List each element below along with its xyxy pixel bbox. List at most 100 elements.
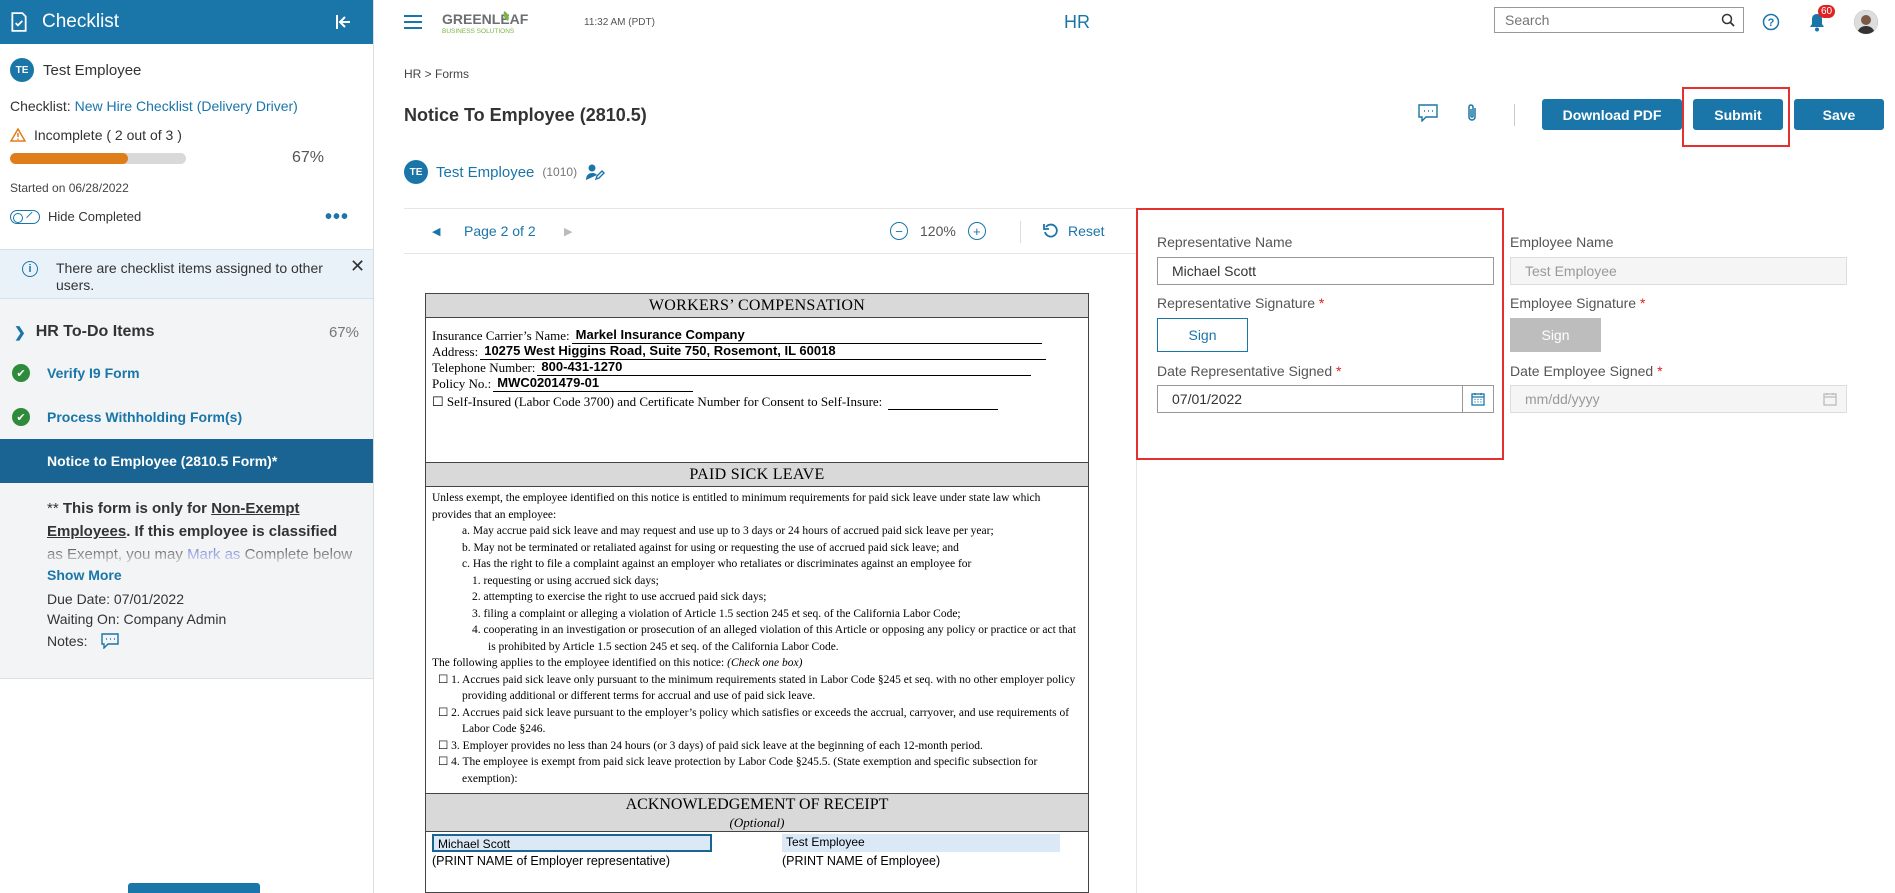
emp-signature-label: Employee Signature * bbox=[1510, 295, 1645, 311]
help-icon[interactable]: ? bbox=[1762, 13, 1780, 31]
doc-label: Insurance Carrier’s Name: bbox=[432, 328, 570, 343]
collapse-sidebar-icon[interactable] bbox=[335, 14, 353, 30]
emp-name-input[interactable]: Test Employee bbox=[1510, 257, 1847, 285]
notification-badge: 60 bbox=[1818, 5, 1836, 18]
employee-id: (1010) bbox=[542, 165, 578, 179]
svg-text:BUSINESS SOLUTIONS: BUSINESS SOLUTIONS bbox=[442, 28, 515, 35]
todo-item-withholding[interactable]: ✔ Process Withholding Form(s) bbox=[0, 395, 373, 439]
submit-button[interactable]: Submit bbox=[1693, 99, 1783, 130]
doc-label: Policy No.: bbox=[432, 376, 492, 391]
calendar-icon[interactable] bbox=[1814, 385, 1846, 413]
doc-policy: MWC0201479-01 bbox=[493, 375, 694, 392]
download-pdf-button[interactable]: Download PDF bbox=[1542, 99, 1682, 130]
doc-phone: 800-431-1270 bbox=[537, 359, 1032, 376]
zoom-out-icon[interactable]: − bbox=[890, 222, 908, 240]
svg-text:?: ? bbox=[1768, 17, 1775, 29]
progress-fill bbox=[10, 152, 128, 164]
checklist-name-link[interactable]: New Hire Checklist (Delivery Driver) bbox=[75, 98, 298, 114]
search-input[interactable] bbox=[1495, 12, 1721, 28]
due-date: Due Date: 07/01/2022 bbox=[47, 591, 184, 607]
toolbar-divider bbox=[1514, 104, 1515, 126]
avatar: TE bbox=[10, 58, 34, 82]
breadcrumb[interactable]: HR > Forms bbox=[404, 67, 469, 81]
doc-checkbox-option[interactable]: ☐ 1. Accrues paid sick leave only pursua… bbox=[432, 672, 1082, 705]
sidebar-action-button[interactable] bbox=[128, 883, 260, 893]
required-mark: * bbox=[1318, 295, 1325, 311]
rep-date-input[interactable]: 07/01/2022 bbox=[1157, 385, 1463, 413]
progress-bar bbox=[10, 152, 186, 164]
mark-as-complete-link[interactable]: Mark as bbox=[187, 546, 240, 563]
todo-label: Notice to Employee (2810.5 Form)* bbox=[47, 453, 278, 469]
doc-label: Telephone Number: bbox=[432, 360, 536, 375]
doc-rep-name-field[interactable]: Michael Scott bbox=[432, 834, 712, 852]
menu-icon[interactable] bbox=[404, 11, 422, 33]
employee-name-link[interactable]: Test Employee bbox=[436, 164, 534, 181]
item-note: ** This form is only for Non-Exempt Empl… bbox=[0, 483, 373, 567]
todo-item-notice-to-employee[interactable]: Notice to Employee (2810.5 Form)* bbox=[0, 439, 373, 483]
document-toolbar: ◀ Page 2 of 2 ▶ − 120% + Reset bbox=[404, 208, 1136, 254]
check-icon: ✔ bbox=[12, 364, 30, 382]
employee-name: Test Employee bbox=[43, 61, 142, 79]
doc-checkbox-option[interactable]: ☐ 4. The employee is exempt from paid si… bbox=[432, 754, 1082, 787]
employee-selector: TE Test Employee (1010) bbox=[404, 160, 606, 184]
rep-name-input[interactable]: Michael Scott bbox=[1157, 257, 1494, 285]
emp-name-label: Employee Name bbox=[1510, 234, 1614, 250]
zoom-in-icon[interactable]: + bbox=[967, 222, 986, 240]
close-icon[interactable]: ✕ bbox=[350, 256, 365, 277]
section-percent: 67% bbox=[328, 323, 359, 341]
greenleaf-logo[interactable]: GREENLEAF BUSINESS SOLUTIONS bbox=[442, 7, 554, 37]
doc-section-subtitle: (Optional) bbox=[426, 816, 1088, 832]
calendar-icon[interactable] bbox=[1462, 385, 1494, 413]
emp-sign-button[interactable]: Sign bbox=[1510, 318, 1601, 352]
checklist-row: Checklist: New Hire Checklist (Delivery … bbox=[10, 98, 363, 114]
save-button[interactable]: Save bbox=[1794, 99, 1884, 130]
checklist-icon bbox=[11, 12, 27, 32]
doc-emp-name-field[interactable]: Test Employee bbox=[782, 834, 1060, 852]
notes-label: Notes: bbox=[47, 633, 88, 649]
status-text: Incomplete ( 2 out of 3 ) bbox=[34, 127, 182, 143]
doc-text: 2. attempting to exercise the right to u… bbox=[472, 591, 767, 603]
started-date: Started on 06/28/2022 bbox=[10, 181, 129, 195]
doc-text: 3. filing a complaint or alleging a viol… bbox=[472, 607, 961, 620]
todo-label: Process Withholding Form(s) bbox=[47, 409, 243, 425]
warning-icon bbox=[10, 128, 26, 142]
doc-section-title: PAID SICK LEAVE bbox=[426, 463, 1088, 487]
comments-icon[interactable] bbox=[1418, 104, 1438, 122]
label-text: Representative Signature bbox=[1157, 295, 1315, 311]
label-text: Date Representative Signed bbox=[1157, 363, 1333, 379]
more-options-icon[interactable]: ••• bbox=[325, 207, 349, 227]
todo-item-verify-i9[interactable]: ✔ Verify I9 Form bbox=[0, 351, 373, 395]
next-page-icon[interactable]: ▶ bbox=[564, 225, 572, 238]
section-header[interactable]: ❯ HR To-Do Items 67% bbox=[0, 313, 373, 351]
rep-sign-button[interactable]: Sign bbox=[1157, 318, 1248, 352]
doc-label: (PRINT NAME of Employee) bbox=[782, 854, 941, 868]
reset-button[interactable]: Reset bbox=[1042, 222, 1105, 240]
attachment-icon[interactable] bbox=[1465, 103, 1479, 123]
hide-completed-toggle[interactable] bbox=[10, 209, 40, 224]
doc-address: 10275 West Higgins Road, Suite 750, Rose… bbox=[480, 343, 1047, 360]
required-mark: * bbox=[1336, 363, 1342, 379]
note-bold: . If this employee is classified bbox=[126, 523, 338, 540]
search-icon[interactable] bbox=[1721, 13, 1735, 27]
show-more-link[interactable]: Show More bbox=[0, 567, 373, 583]
required-mark: * bbox=[1657, 363, 1663, 379]
user-avatar[interactable] bbox=[1854, 10, 1878, 34]
doc-text: (Check one box) bbox=[727, 657, 803, 669]
section-title: HR bbox=[1064, 11, 1090, 32]
sidebar-footer bbox=[0, 678, 373, 893]
clock: 11:32 AM (PDT) bbox=[584, 16, 655, 28]
doc-checkbox-option[interactable]: ☐ 3. Employer provides no less than 24 h… bbox=[432, 738, 1082, 755]
doc-checkbox-option[interactable]: ☐ 2. Accrues paid sick leave pursuant to… bbox=[432, 705, 1082, 738]
rep-signature-label: Representative Signature * bbox=[1157, 295, 1324, 311]
emp-date-input[interactable]: mm/dd/yyyy bbox=[1510, 385, 1847, 413]
doc-text: 4. cooperating in an investigation or pr… bbox=[472, 624, 1076, 653]
progress-percent: 67% bbox=[292, 149, 325, 166]
doc-self-insured: ☐ Self-Insured (Labor Code 3700) and Cer… bbox=[432, 394, 883, 409]
doc-text: Unless exempt, the employee identified o… bbox=[432, 492, 1041, 521]
edit-user-icon[interactable] bbox=[585, 163, 606, 181]
prev-page-icon[interactable]: ◀ bbox=[432, 225, 440, 238]
waiting-on: Waiting On: Company Admin bbox=[47, 611, 227, 627]
avatar: TE bbox=[404, 160, 428, 184]
section-label: HR To-Do Items bbox=[35, 323, 155, 340]
notes-icon[interactable] bbox=[101, 633, 120, 649]
